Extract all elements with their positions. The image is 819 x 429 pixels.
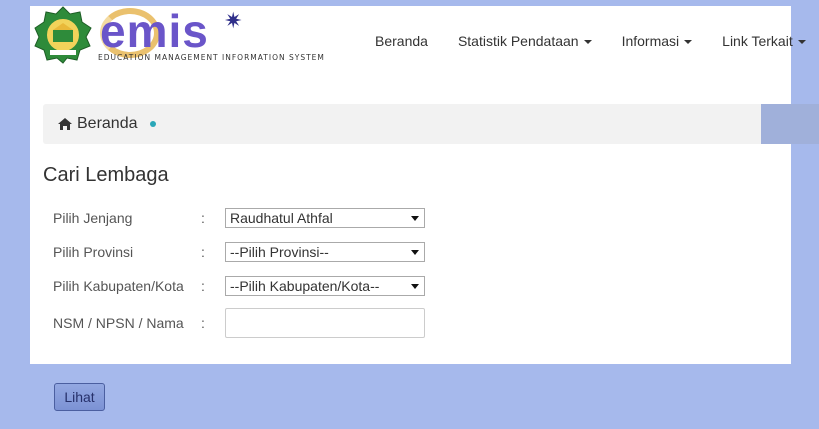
- top-nav: Beranda Statistik Pendataan Informasi Li…: [360, 31, 819, 51]
- form-row-jenjang: Pilih Jenjang : Raudhatul Athfal: [53, 203, 425, 233]
- form-label: Pilih Provinsi: [53, 244, 134, 260]
- form-label: Pilih Kabupaten/Kota: [53, 278, 184, 294]
- dropdown-arrow-icon: [411, 250, 419, 255]
- nav-item-link-terkait[interactable]: Link Terkait: [707, 31, 819, 51]
- breadcrumb-item-beranda[interactable]: Beranda: [77, 115, 138, 133]
- breadcrumb-overflow: [761, 104, 819, 144]
- nav-item-informasi[interactable]: Informasi: [607, 31, 708, 51]
- form-colon: :: [201, 244, 205, 260]
- provinsi-select[interactable]: --Pilih Provinsi--: [225, 242, 425, 262]
- form-label: NSM / NPSN / Nama: [53, 315, 184, 331]
- nav-item-label: Link Terkait: [722, 33, 793, 49]
- kemenag-emblem-icon: [34, 6, 92, 64]
- caret-down-icon: [684, 40, 693, 44]
- form-row-provinsi: Pilih Provinsi : --Pilih Provinsi--: [53, 237, 425, 267]
- form-row-nama: NSM / NPSN / Nama :: [53, 308, 425, 338]
- nav-item-label: Statistik Pendataan: [457, 33, 579, 49]
- brand-logo[interactable]: emis ✷ EDUCATION MANAGEMENT INFORMATION …: [34, 5, 324, 68]
- form-colon: :: [201, 210, 205, 226]
- logo-tagline: EDUCATION MANAGEMENT INFORMATION SYSTEM: [98, 53, 325, 62]
- jenjang-select-value: Raudhatul Athfal: [230, 210, 333, 226]
- page-title: Cari Lembaga: [43, 164, 169, 186]
- breadcrumb: Beranda: [43, 104, 761, 144]
- kabupaten-select-value: --Pilih Kabupaten/Kota--: [230, 278, 380, 294]
- kabupaten-select[interactable]: --Pilih Kabupaten/Kota--: [225, 276, 425, 296]
- jenjang-select[interactable]: Raudhatul Athfal: [225, 208, 425, 228]
- provinsi-select-value: --Pilih Provinsi--: [230, 244, 329, 260]
- form-colon: :: [201, 315, 205, 331]
- caret-down-icon: [583, 40, 592, 44]
- dropdown-arrow-icon: [411, 216, 419, 221]
- caret-down-icon: [797, 40, 806, 44]
- nav-item-beranda[interactable]: Beranda: [360, 31, 443, 51]
- breadcrumb-separator-dot: [149, 121, 156, 127]
- nav-item-statistik-pendataan[interactable]: Statistik Pendataan: [443, 31, 607, 51]
- lihat-button[interactable]: Lihat: [54, 383, 105, 411]
- nsm-npsn-nama-input[interactable]: [225, 308, 425, 338]
- form-row-kabupaten: Pilih Kabupaten/Kota : --Pilih Kabupaten…: [53, 271, 425, 301]
- nav-item-label: Informasi: [621, 33, 680, 49]
- form-label: Pilih Jenjang: [53, 210, 133, 226]
- dropdown-arrow-icon: [411, 284, 419, 289]
- home-icon: [58, 118, 72, 130]
- form-colon: :: [201, 278, 205, 294]
- nav-item-label: Beranda: [375, 33, 428, 49]
- star-icon: ✷: [224, 8, 243, 33]
- logo-wordmark: emis: [100, 5, 209, 57]
